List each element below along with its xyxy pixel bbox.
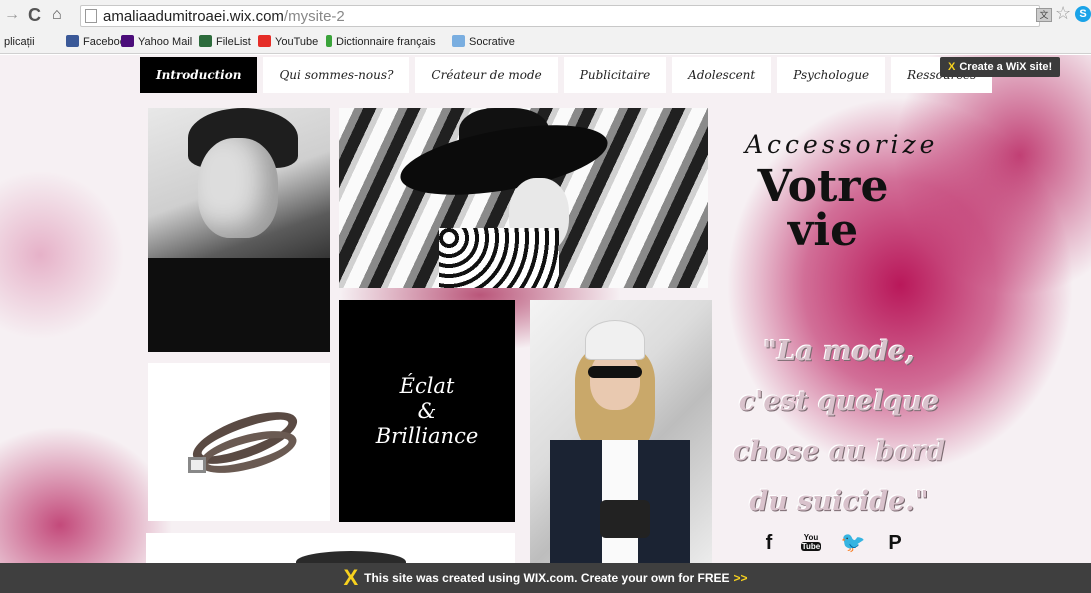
site-navigation: Introduction Qui sommes-nous? Créateur d… [140, 57, 998, 93]
filelist-icon [199, 35, 212, 47]
bookmark-label: FileList [216, 36, 251, 48]
page-icon [85, 9, 97, 23]
skype-icon[interactable]: S [1075, 6, 1091, 22]
twitter-icon[interactable]: 🐦 [832, 530, 874, 556]
youtube-icon[interactable]: You Tube [790, 530, 832, 556]
nav-tab-psychologue[interactable]: Psychologue [777, 57, 886, 93]
headline-votre-vie: Votre vie [757, 161, 889, 256]
bookmark-label: Dictionnaire français [336, 36, 436, 48]
bookmark-yahoo-mail[interactable]: Yahoo Mail [121, 35, 192, 49]
facebook-icon [66, 35, 79, 47]
wix-logo-icon: X [948, 61, 956, 73]
photo-belt [148, 363, 330, 521]
eclat-line-2: & [417, 398, 437, 423]
bookmark-socrative[interactable]: Socrative [452, 35, 515, 49]
socrative-icon [452, 35, 465, 47]
bookmark-youtube[interactable]: YouTube [258, 35, 318, 49]
url-text[interactable]: amaliaadumitroaei.wix.com/mysite-2 [103, 7, 345, 27]
create-wix-site-button[interactable]: X Create a WiX site! [940, 57, 1061, 77]
nav-tab-qui-sommes-nous[interactable]: Qui sommes-nous? [263, 57, 410, 93]
home-icon[interactable]: ⌂ [52, 5, 62, 25]
facebook-icon[interactable]: f [748, 530, 790, 556]
nav-tab-introduction[interactable]: Introduction [140, 57, 258, 93]
bookmark-label: plicații [4, 36, 35, 48]
website-content: Introduction Qui sommes-nous? Créateur d… [0, 55, 1091, 563]
nav-tab-adolescent[interactable]: Adolescent [672, 57, 772, 93]
photo-blonde-woman [530, 300, 712, 563]
banner-text: This site was created using WIX.com. Cre… [364, 571, 730, 585]
translate-icon[interactable]: 文 [1036, 8, 1052, 22]
bookmark-star-icon[interactable]: ☆ [1055, 3, 1071, 24]
nav-tab-createur-de-mode[interactable]: Créateur de mode [415, 57, 558, 93]
yahoo-mail-icon [121, 35, 134, 47]
bookmark-label: Yahoo Mail [138, 36, 193, 48]
banner-arrows: >> [733, 571, 748, 585]
create-wix-label: Create a WiX site! [959, 61, 1053, 73]
fashion-quote: "La mode, c'est quelque chose au bord du… [732, 336, 946, 517]
url-path: /mysite-2 [283, 8, 345, 25]
url-domain: amaliaadumitroaei.wix.com [103, 8, 284, 25]
bookmark-label: YouTube [275, 36, 319, 48]
youtube-icon-bottom: Tube [801, 542, 821, 551]
bookmarks-bar: plicații Facebook Yahoo Mail FileList Yo… [0, 30, 1091, 54]
youtube-icon-top: You [803, 533, 819, 542]
photo-accessory-bottom [146, 533, 515, 563]
dictionnaire-icon [326, 35, 332, 47]
forward-arrow-icon[interactable]: → [4, 5, 20, 25]
photo-woman-hat [339, 108, 708, 288]
wix-logo-icon: X [343, 565, 359, 590]
eclat-brilliance-panel: Éclat & Brilliance [339, 300, 515, 522]
reload-icon[interactable]: C [28, 5, 41, 25]
photo-model-portrait [148, 108, 330, 352]
bookmark-filelist[interactable]: FileList [199, 35, 251, 49]
bookmark-dictionnaire[interactable]: Dictionnaire français [326, 35, 436, 49]
address-bar[interactable]: amaliaadumitroaei.wix.com/mysite-2 [80, 5, 1040, 27]
eclat-line-1: Éclat [399, 373, 455, 398]
youtube-icon [258, 35, 271, 47]
tagline-accessorize: Accessorize [745, 130, 939, 159]
browser-toolbar: → C ⌂ amaliaadumitroaei.wix.com/mysite-2… [0, 0, 1091, 30]
eclat-line-3: Brilliance [375, 423, 479, 448]
nav-tab-publicitaire[interactable]: Publicitaire [563, 57, 667, 93]
pinterest-icon[interactable]: P [874, 530, 916, 556]
bookmark-label: Socrative [469, 36, 515, 48]
bookmark-apps[interactable]: plicații [4, 35, 35, 49]
social-links: f You Tube 🐦 P [748, 530, 916, 556]
wix-promo-banner[interactable]: X This site was created using WIX.com. Cr… [0, 563, 1091, 593]
